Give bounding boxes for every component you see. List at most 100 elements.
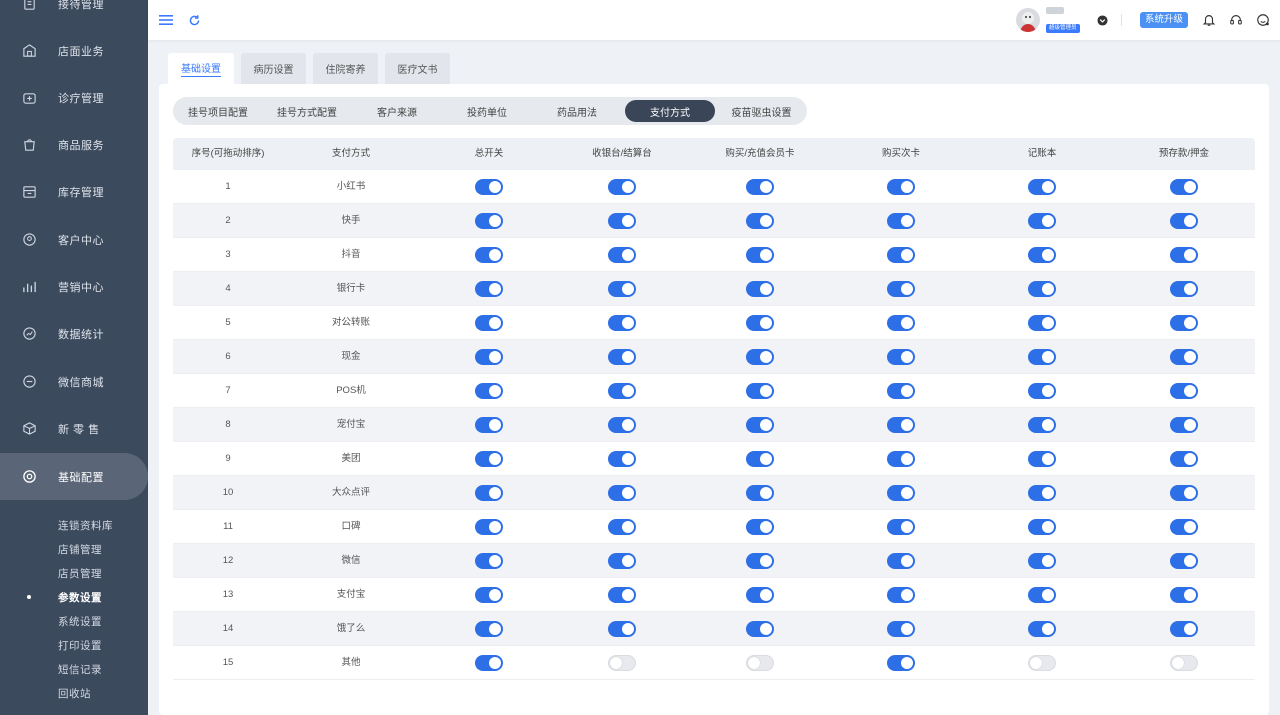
sidebar-sub-item[interactable]: 店员管理 <box>58 566 102 581</box>
sidebar-sub-item[interactable]: 店铺管理 <box>58 542 102 557</box>
sidebar-sub-item[interactable]: 系统设置 <box>58 614 102 629</box>
sidebar-item[interactable]: 接待管理 <box>0 0 148 27</box>
sidebar-item[interactable]: 诊疗管理 <box>0 74 148 121</box>
toggle-switch[interactable] <box>746 213 774 229</box>
toggle-switch[interactable] <box>1028 451 1056 467</box>
tab-boarding[interactable]: 住院寄养 <box>313 53 378 84</box>
toggle-switch[interactable] <box>1028 621 1056 637</box>
sidebar-sub-item[interactable]: 打印设置 <box>58 638 102 653</box>
chevron-down-icon[interactable] <box>1094 12 1110 28</box>
tab-medical-record-settings[interactable]: 病历设置 <box>241 53 306 84</box>
toggle-switch[interactable] <box>746 485 774 501</box>
toggle-switch[interactable] <box>887 417 915 433</box>
sidebar-item[interactable]: 客户中心 <box>0 216 148 263</box>
tab-basic-settings[interactable]: 基础设置 <box>168 53 234 84</box>
refresh-icon[interactable] <box>186 12 202 28</box>
toggle-switch[interactable] <box>475 213 503 229</box>
toggle-switch[interactable] <box>608 451 636 467</box>
toggle-switch[interactable] <box>1170 485 1198 501</box>
toggle-switch[interactable] <box>887 655 915 671</box>
toggle-switch[interactable] <box>1028 213 1056 229</box>
toggle-switch[interactable] <box>1028 383 1056 399</box>
toggle-switch[interactable] <box>1170 315 1198 331</box>
toggle-switch[interactable] <box>475 621 503 637</box>
toggle-switch[interactable] <box>1028 519 1056 535</box>
sub-tab-registration-items[interactable]: 挂号项目配置 <box>178 100 258 122</box>
toggle-switch[interactable] <box>475 349 503 365</box>
menu-icon[interactable] <box>158 12 174 28</box>
toggle-switch[interactable] <box>746 315 774 331</box>
toggle-switch[interactable] <box>1170 621 1198 637</box>
toggle-switch[interactable] <box>475 281 503 297</box>
toggle-switch[interactable] <box>746 519 774 535</box>
toggle-switch[interactable] <box>475 519 503 535</box>
sidebar-item[interactable]: 库存管理 <box>0 168 148 215</box>
sidebar-sub-item[interactable]: 回收站 <box>58 686 91 701</box>
toggle-switch[interactable] <box>1028 417 1056 433</box>
sub-tab-dosing-unit[interactable]: 投药单位 <box>447 100 527 122</box>
toggle-switch[interactable] <box>1028 587 1056 603</box>
toggle-switch[interactable] <box>608 519 636 535</box>
toggle-switch[interactable] <box>1170 179 1198 195</box>
toggle-switch[interactable] <box>608 485 636 501</box>
toggle-switch[interactable] <box>887 281 915 297</box>
sidebar-item[interactable]: 基础配置 <box>0 453 148 500</box>
toggle-switch[interactable] <box>475 655 503 671</box>
sub-tab-vaccine-deworming[interactable]: 疫苗驱虫设置 <box>719 100 804 122</box>
toggle-switch[interactable] <box>746 655 774 671</box>
toggle-switch[interactable] <box>608 655 636 671</box>
toggle-switch[interactable] <box>1170 451 1198 467</box>
toggle-switch[interactable] <box>746 553 774 569</box>
toggle-switch[interactable] <box>746 621 774 637</box>
toggle-switch[interactable] <box>1028 485 1056 501</box>
toggle-switch[interactable] <box>1170 281 1198 297</box>
toggle-switch[interactable] <box>746 179 774 195</box>
toggle-switch[interactable] <box>1170 587 1198 603</box>
sidebar-item[interactable]: 数据统计 <box>0 310 148 357</box>
toggle-switch[interactable] <box>887 213 915 229</box>
toggle-switch[interactable] <box>1170 553 1198 569</box>
toggle-switch[interactable] <box>1170 655 1198 671</box>
toggle-switch[interactable] <box>746 417 774 433</box>
toggle-switch[interactable] <box>887 247 915 263</box>
sidebar-item[interactable]: 营销中心 <box>0 263 148 310</box>
sub-tab-registration-methods[interactable]: 挂号方式配置 <box>267 100 347 122</box>
toggle-switch[interactable] <box>887 587 915 603</box>
support-icon[interactable] <box>1255 12 1271 28</box>
headset-icon[interactable] <box>1228 12 1244 28</box>
toggle-switch[interactable] <box>746 247 774 263</box>
toggle-switch[interactable] <box>1028 315 1056 331</box>
sidebar-item[interactable]: 微信商城 <box>0 358 148 405</box>
toggle-switch[interactable] <box>608 349 636 365</box>
toggle-switch[interactable] <box>887 519 915 535</box>
sub-tab-customer-source[interactable]: 客户来源 <box>357 100 437 122</box>
toggle-switch[interactable] <box>887 315 915 331</box>
toggle-switch[interactable] <box>608 213 636 229</box>
toggle-switch[interactable] <box>475 587 503 603</box>
toggle-switch[interactable] <box>1170 213 1198 229</box>
toggle-switch[interactable] <box>746 383 774 399</box>
toggle-switch[interactable] <box>887 621 915 637</box>
toggle-switch[interactable] <box>475 553 503 569</box>
toggle-switch[interactable] <box>1028 281 1056 297</box>
toggle-switch[interactable] <box>746 451 774 467</box>
toggle-switch[interactable] <box>746 281 774 297</box>
toggle-switch[interactable] <box>1028 247 1056 263</box>
toggle-switch[interactable] <box>608 587 636 603</box>
toggle-switch[interactable] <box>608 315 636 331</box>
toggle-switch[interactable] <box>608 247 636 263</box>
toggle-switch[interactable] <box>746 349 774 365</box>
toggle-switch[interactable] <box>608 621 636 637</box>
toggle-switch[interactable] <box>887 383 915 399</box>
toggle-switch[interactable] <box>1170 383 1198 399</box>
tab-medical-documents[interactable]: 医疗文书 <box>385 53 450 84</box>
toggle-switch[interactable] <box>1028 349 1056 365</box>
toggle-switch[interactable] <box>1170 417 1198 433</box>
toggle-switch[interactable] <box>746 587 774 603</box>
upgrade-button[interactable]: 系统升级 <box>1140 12 1189 28</box>
toggle-switch[interactable] <box>608 281 636 297</box>
toggle-switch[interactable] <box>475 179 503 195</box>
sidebar-sub-item[interactable]: 短信记录 <box>58 662 102 677</box>
toggle-switch[interactable] <box>1170 349 1198 365</box>
sidebar-sub-item[interactable]: 连锁资料库 <box>58 518 113 533</box>
